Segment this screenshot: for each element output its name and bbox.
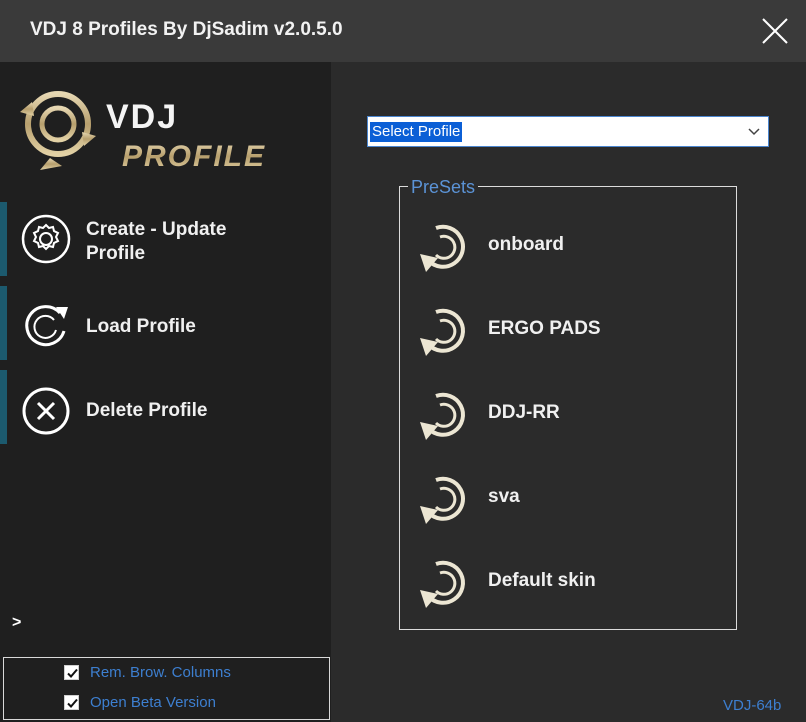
- title-bar: VDJ 8 Profiles By DjSadim v2.0.5.0: [0, 0, 806, 62]
- presets-group: PreSets onboard ERGO PADS DDJ-RR sva Def…: [399, 178, 737, 630]
- sidebar-item-delete-profile[interactable]: Delete Profile: [0, 370, 331, 444]
- checkbox-checked[interactable]: [64, 695, 79, 710]
- sidebar-item-label: Load Profile: [86, 316, 196, 337]
- profile-select-value: Select Profile: [370, 122, 463, 142]
- checkbox-checked[interactable]: [64, 665, 79, 680]
- preset-item[interactable]: ERGO PADS: [416, 302, 716, 358]
- chevron-down-icon: [748, 128, 760, 136]
- checkmark-icon: [67, 668, 78, 678]
- presets-legend: PreSets: [408, 178, 479, 196]
- logo-vdj-text: VDJ: [106, 98, 178, 136]
- refresh-arrow-icon: [420, 308, 465, 356]
- preset-item[interactable]: DDJ-RR: [416, 386, 716, 442]
- sidebar-item-label: Delete Profile: [86, 400, 208, 421]
- refresh-arrow-icon: [420, 224, 465, 272]
- preset-label: onboard: [488, 234, 564, 255]
- main-panel: Select Profile PreSets onboard ERGO PADS: [331, 62, 806, 722]
- option-label: Rem. Brow. Columns: [90, 664, 231, 681]
- refresh-arrow-icon: [420, 476, 465, 524]
- expand-toggle[interactable]: >: [12, 614, 21, 632]
- checkmark-icon: [67, 698, 78, 708]
- refresh-arrow-icon: [420, 560, 465, 608]
- preset-item[interactable]: sva: [416, 470, 716, 526]
- preset-item[interactable]: onboard: [416, 218, 716, 274]
- close-icon: [762, 18, 788, 44]
- option-label: Open Beta Version: [90, 694, 216, 711]
- profile-select[interactable]: Select Profile: [367, 116, 769, 147]
- sidebar-item-create-update-profile[interactable]: Create - Update Profile: [0, 202, 331, 276]
- preset-label: Default skin: [488, 570, 596, 591]
- sidebar: VDJ PROFILE Create - Update Profile Load…: [0, 62, 331, 722]
- vdj-profile-logo: VDJ PROFILE: [20, 91, 266, 173]
- preset-label: sva: [488, 486, 520, 507]
- version-tag: VDJ-64b: [723, 697, 782, 714]
- sidebar-item-label: Create - Update Profile: [86, 218, 226, 266]
- sidebar-item-accent: [0, 370, 7, 444]
- sidebar-item-label-line2: Profile: [86, 243, 146, 264]
- options-panel: Rem. Brow. Columns Open Beta Version: [3, 657, 330, 720]
- preset-label: ERGO PADS: [488, 318, 601, 339]
- sidebar-item-accent: [0, 202, 7, 276]
- sidebar-item-load-profile[interactable]: Load Profile: [0, 286, 331, 360]
- window-title: VDJ 8 Profiles By DjSadim v2.0.5.0: [30, 19, 343, 40]
- preset-item[interactable]: Default skin: [416, 554, 716, 610]
- close-button[interactable]: [752, 10, 798, 52]
- refresh-arrow-icon: [420, 392, 465, 440]
- gear-icon: [21, 214, 71, 264]
- logo-profile-text: PROFILE: [122, 140, 266, 173]
- sidebar-item-accent: [0, 286, 7, 360]
- delete-circle-icon: [22, 387, 70, 435]
- preset-label: DDJ-RR: [488, 402, 560, 423]
- sidebar-item-label-line1: Create - Update: [86, 219, 227, 240]
- reload-icon: [25, 305, 68, 347]
